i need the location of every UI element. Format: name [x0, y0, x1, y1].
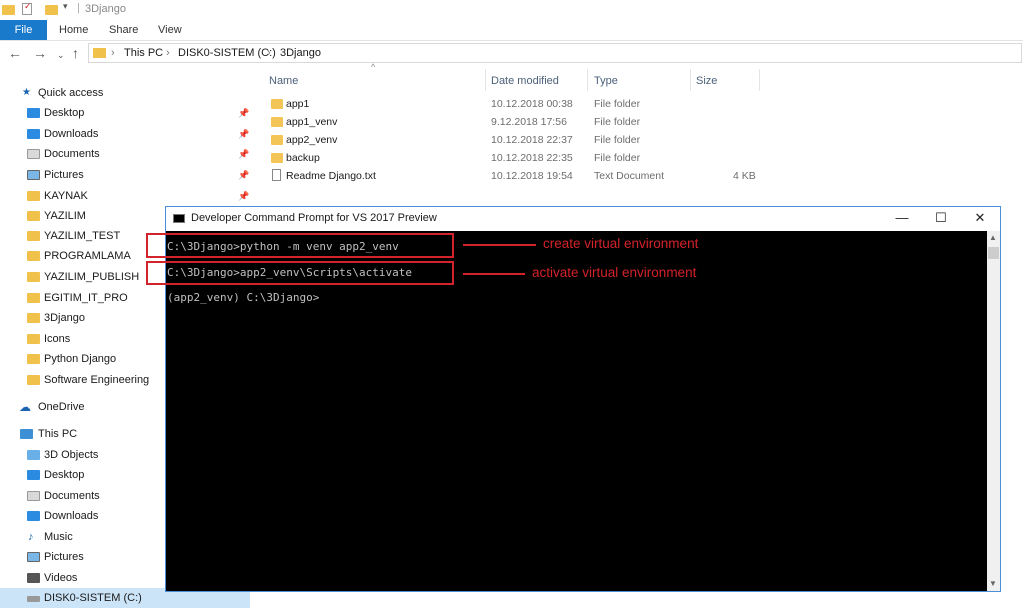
breadcrumb-3django[interactable]: 3Django: [280, 47, 321, 59]
file-row[interactable]: backup 10.12.2018 22:35 File folder: [268, 149, 768, 167]
pin-icon[interactable]: 📌: [238, 144, 249, 164]
folder-icon: [27, 191, 40, 201]
pin-icon[interactable]: 📌: [238, 186, 249, 206]
documents-icon: [27, 149, 40, 159]
drive-icon: [27, 596, 40, 602]
folder-icon: [271, 153, 283, 163]
file-row[interactable]: app1 10.12.2018 00:38 File folder: [268, 95, 768, 113]
cmd-app-icon: [173, 214, 185, 223]
up-arrow-icon[interactable]: ↑: [72, 45, 79, 61]
documents-icon: [27, 491, 40, 501]
quick-access-dropdown-icon[interactable]: ▾: [63, 1, 68, 12]
folder-icon: [27, 251, 40, 261]
annotation-text: create virtual environment: [543, 236, 699, 251]
sidebar-quick-access[interactable]: ★ Quick access: [0, 83, 250, 103]
scroll-up-icon[interactable]: ▲: [989, 233, 997, 242]
folder-icon: [27, 334, 40, 344]
new-folder-icon[interactable]: [45, 5, 58, 15]
file-row[interactable]: app1_venv 9.12.2018 17:56 File folder: [268, 113, 768, 131]
tab-home[interactable]: Home: [59, 20, 88, 40]
scroll-thumb[interactable]: [988, 247, 999, 259]
file-row[interactable]: Readme Django.txt 10.12.2018 19:54 Text Do…: [268, 167, 768, 185]
folder-icon: [93, 48, 106, 58]
sidebar-item-kaynak[interactable]: KAYNAK 📌: [0, 186, 250, 206]
title-separator: |: [77, 2, 80, 14]
sort-chevron-up-icon: ^: [371, 62, 376, 72]
file-row[interactable]: app2_venv 10.12.2018 22:37 File folder: [268, 131, 768, 149]
computer-icon: [20, 429, 33, 439]
column-divider[interactable]: [759, 69, 760, 91]
breadcrumb-separator: ›: [267, 47, 271, 59]
sidebar-item-documents[interactable]: Documents 📌: [0, 144, 250, 164]
desktop-icon: [27, 470, 40, 480]
window-title: 3Django: [85, 3, 126, 15]
annotation-line: [463, 244, 536, 246]
highlight-box: [146, 233, 454, 258]
column-name[interactable]: Name: [269, 73, 298, 89]
window-titlebar: ✓ ▾ | 3Django: [0, 0, 1023, 20]
folder-icon: [2, 5, 15, 15]
properties-icon[interactable]: ✓: [22, 1, 32, 15]
breadcrumb-separator: ›: [111, 47, 115, 59]
sidebar-item-desktop[interactable]: Desktop 📌: [0, 103, 250, 123]
breadcrumb-separator: ›: [166, 47, 170, 59]
folder-icon: [271, 99, 283, 109]
tab-share[interactable]: Share: [109, 20, 138, 40]
pictures-icon: [27, 552, 40, 562]
highlight-box: [146, 261, 454, 285]
folder-icon: [271, 117, 283, 127]
videos-icon: [27, 573, 40, 583]
cloud-icon: ☁: [19, 400, 31, 414]
folder-icon: [271, 135, 283, 145]
back-arrow-icon[interactable]: ←: [8, 45, 22, 61]
pin-icon[interactable]: 📌: [238, 103, 249, 123]
downloads-icon: [27, 511, 40, 521]
maximize-button[interactable]: ☐: [923, 207, 959, 229]
annotation-line: [463, 273, 525, 275]
column-size[interactable]: Size: [696, 73, 717, 89]
pictures-icon: [27, 170, 40, 180]
close-button[interactable]: ✕: [962, 207, 998, 229]
cmd-scrollbar[interactable]: ▲ ▼: [987, 231, 1000, 591]
breadcrumb-this-pc[interactable]: This PC: [124, 47, 163, 59]
cmd-line: (app2_venv) C:\3Django>: [167, 291, 320, 304]
folder-icon: [27, 313, 40, 323]
pin-icon[interactable]: 📌: [238, 124, 249, 144]
folder-icon: [27, 375, 40, 385]
annotation-text: activate virtual environment: [532, 265, 697, 280]
cmd-titlebar[interactable]: Developer Command Prompt for VS 2017 Pre…: [166, 207, 1000, 231]
text-file-icon: [272, 169, 281, 181]
minimize-button[interactable]: —: [884, 207, 920, 229]
3d-objects-icon: [27, 450, 40, 460]
folder-icon: [27, 272, 40, 282]
tab-view[interactable]: View: [158, 20, 182, 40]
tab-file[interactable]: File: [0, 20, 47, 40]
forward-arrow-icon[interactable]: →: [33, 45, 47, 61]
column-type[interactable]: Type: [594, 73, 618, 89]
folder-icon: [27, 293, 40, 303]
downloads-icon: [27, 129, 40, 139]
desktop-icon: [27, 108, 40, 118]
recent-dropdown-icon[interactable]: ⌄: [57, 47, 65, 63]
music-icon: ♪: [28, 531, 34, 543]
column-divider[interactable]: [690, 69, 691, 91]
cmd-title: Developer Command Prompt for VS 2017 Pre…: [191, 212, 437, 224]
scroll-down-icon[interactable]: ▼: [989, 579, 997, 588]
sidebar-item-pictures[interactable]: Pictures 📌: [0, 165, 250, 185]
ribbon-tabs: [0, 20, 1023, 41]
address-bar[interactable]: › This PC › DISK0-SISTEM (C:) › 3Django: [88, 43, 1022, 63]
pin-icon[interactable]: 📌: [238, 165, 249, 185]
column-date-modified[interactable]: Date modified: [491, 73, 559, 89]
sidebar-label: Quick access: [38, 87, 104, 99]
folder-icon: [27, 211, 40, 221]
folder-icon: [27, 231, 40, 241]
sidebar-item-downloads[interactable]: Downloads 📌: [0, 124, 250, 144]
column-divider[interactable]: [587, 69, 588, 91]
breadcrumb-disk[interactable]: DISK0-SISTEM (C:): [178, 47, 276, 59]
cmd-console[interactable]: [166, 231, 987, 591]
column-divider[interactable]: [485, 69, 486, 91]
folder-icon: [27, 354, 40, 364]
